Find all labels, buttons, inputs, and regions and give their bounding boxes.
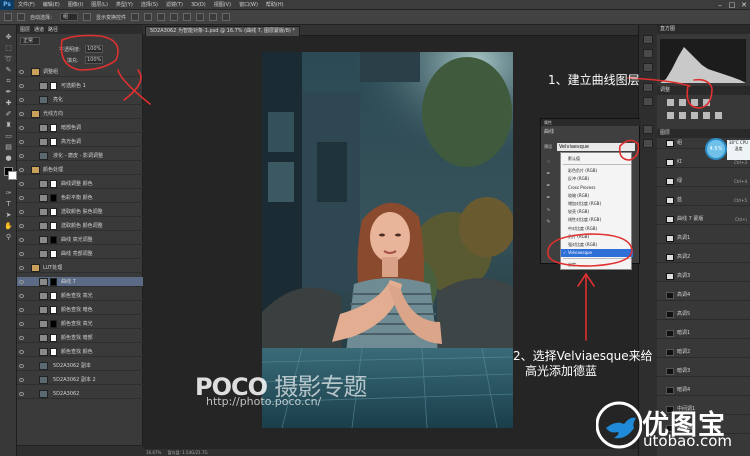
annotation-step1: 1、建立曲线图层 xyxy=(548,73,640,87)
annotation-step2-line2: 高光添加德蓝 xyxy=(525,364,598,378)
utobao-bird-logo xyxy=(596,401,642,449)
arrow-opacity-head xyxy=(123,69,142,101)
utobao-en: utobao.com xyxy=(643,432,732,450)
circle-preset-arrow xyxy=(618,139,640,161)
circle-curves-icon xyxy=(686,78,713,109)
annotation-overlay xyxy=(60,34,713,341)
circle-opacity xyxy=(60,34,119,71)
circle-velviaesque xyxy=(547,233,633,267)
arrow-opacity xyxy=(117,69,151,105)
